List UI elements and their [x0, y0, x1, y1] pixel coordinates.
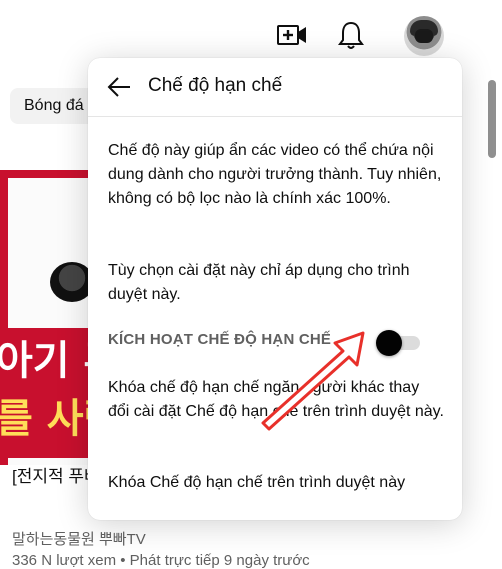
avatar-mask [415, 29, 433, 43]
toggle-label: KÍCH HOẠT CHẾ ĐỘ HẠN CHẾ [108, 331, 332, 348]
create-video-icon[interactable] [276, 22, 308, 48]
arrow-left-icon[interactable] [106, 75, 132, 99]
avatar[interactable] [404, 16, 444, 56]
video-meta: 336 N lượt xem • Phát trực tiếp 9 ngày t… [12, 552, 310, 569]
bell-icon[interactable] [338, 20, 364, 50]
channel-name[interactable]: 말하는동물원 뿌빠TV [12, 528, 146, 549]
lock-restricted-mode-link[interactable]: Khóa Chế độ hạn chế trên trình duyệt này [108, 471, 444, 495]
scope-note: Tùy chọn cài đặt này chỉ áp dụng cho trì… [108, 262, 410, 303]
menu-title: Chế độ hạn chế [148, 75, 283, 96]
video-title[interactable]: [전지적 푸바오 길 [12, 465, 96, 489]
lock-description: Khóa chế độ hạn chế ngăn người khác thay… [108, 379, 444, 420]
menu-header: Chế độ hạn chế [88, 58, 462, 117]
restricted-mode-menu: Chế độ hạn chế Chế độ này giúp ẩn các vi… [88, 58, 462, 520]
restricted-mode-description: Chế độ này giúp ẩn các video có thể chứa… [108, 142, 442, 207]
toggle-knob [376, 330, 402, 356]
restricted-mode-toggle[interactable] [376, 330, 422, 356]
scrollbar[interactable] [488, 80, 496, 158]
